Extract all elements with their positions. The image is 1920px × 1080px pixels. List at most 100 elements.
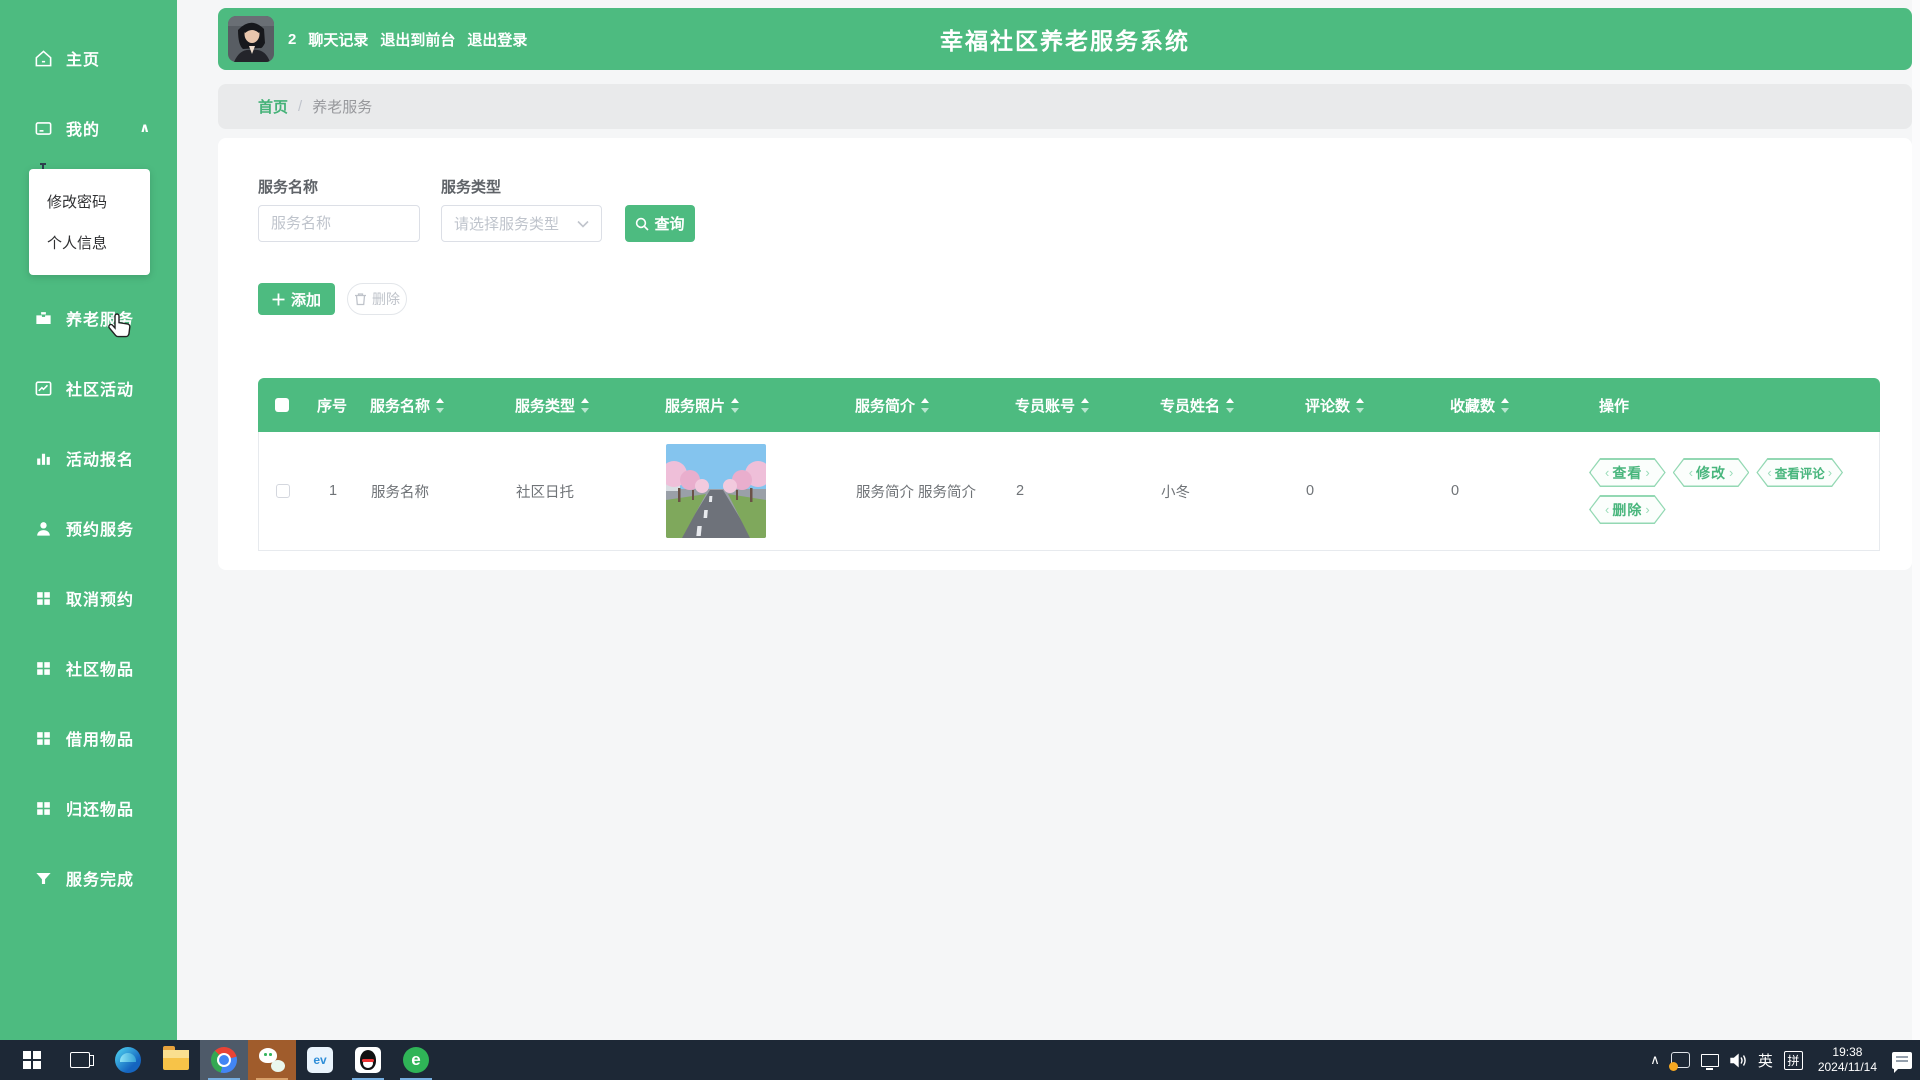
- windows-logo-icon: [23, 1051, 41, 1069]
- sidebar-item-community-activity[interactable]: 社区活动: [0, 353, 177, 423]
- col-header-photo[interactable]: 服务照片: [653, 378, 843, 432]
- col-header-index: 序号: [306, 378, 358, 432]
- grid-icon: [33, 728, 53, 748]
- sort-caret-icon[interactable]: [1225, 398, 1235, 413]
- view-button[interactable]: ‹查看›: [1589, 458, 1666, 487]
- plus-icon: [272, 293, 285, 306]
- folder-icon: [163, 1050, 189, 1070]
- screen-capture-tray-icon[interactable]: [1671, 1052, 1690, 1068]
- qq-icon: [355, 1047, 381, 1073]
- wechat-taskbar-button[interactable]: [248, 1040, 296, 1080]
- services-table: 序号 服务名称 服务类型 服务照片 服务简介 专员账号 专员姓名 评论数 收藏数…: [258, 378, 1880, 551]
- sidebar-item-borrow-goods[interactable]: 借用物品: [0, 703, 177, 773]
- service-type-placeholder: 请选择服务类型: [454, 213, 559, 234]
- network-tray-icon[interactable]: [1701, 1054, 1719, 1067]
- select-all-checkbox-cell[interactable]: [258, 378, 306, 432]
- notification-center-icon[interactable]: [1892, 1052, 1912, 1069]
- view-comments-button[interactable]: ‹查看评论›: [1756, 458, 1843, 487]
- col-header-account[interactable]: 专员账号: [1003, 378, 1148, 432]
- 360-browser-button[interactable]: e: [392, 1040, 440, 1080]
- task-view-button[interactable]: [56, 1040, 104, 1080]
- exit-to-front-link[interactable]: 退出到前台: [380, 29, 455, 50]
- ev-capture-button[interactable]: ev: [296, 1040, 344, 1080]
- sidebar-item-label: 社区活动: [66, 376, 134, 400]
- file-explorer-button[interactable]: [152, 1040, 200, 1080]
- card-icon: [33, 118, 53, 138]
- sidebar-item-reserve-service[interactable]: 预约服务: [0, 493, 177, 563]
- sidebar-item-label: 取消预约: [66, 586, 134, 610]
- chrome-taskbar-button[interactable]: [200, 1040, 248, 1080]
- ev-capture-icon: ev: [307, 1047, 333, 1073]
- service-name-label: 服务名称: [258, 176, 318, 197]
- trash-icon: [354, 292, 367, 306]
- sort-caret-icon[interactable]: [580, 398, 590, 413]
- sort-caret-icon[interactable]: [1080, 398, 1090, 413]
- row-delete-button[interactable]: ‹删除›: [1589, 495, 1666, 524]
- service-type-select[interactable]: 请选择服务类型: [441, 205, 602, 242]
- logout-link[interactable]: 退出登录: [467, 29, 527, 50]
- bar-chart-icon: [33, 448, 53, 468]
- col-header-staff[interactable]: 专员姓名: [1148, 378, 1293, 432]
- chat-history-link[interactable]: 聊天记录: [308, 29, 368, 50]
- edit-button[interactable]: ‹修改›: [1673, 458, 1750, 487]
- mouse-hand-cursor: [108, 312, 134, 347]
- language-indicator[interactable]: 英: [1758, 1050, 1773, 1071]
- volume-tray-icon[interactable]: [1730, 1053, 1747, 1068]
- sort-caret-icon[interactable]: [1355, 398, 1365, 413]
- top-header-bar: 2 聊天记录 退出到前台 退出登录 幸福社区养老服务系统: [218, 8, 1912, 70]
- scrollbar-track[interactable]: [1912, 0, 1920, 1040]
- qq-taskbar-button[interactable]: [344, 1040, 392, 1080]
- sidebar-item-cancel-reserve[interactable]: 取消预约: [0, 563, 177, 633]
- avatar[interactable]: [228, 16, 274, 62]
- col-header-name[interactable]: 服务名称: [358, 378, 503, 432]
- ime-indicator[interactable]: 拼: [1784, 1051, 1803, 1070]
- sort-caret-icon[interactable]: [730, 398, 740, 413]
- start-button[interactable]: [8, 1040, 56, 1080]
- add-button[interactable]: 添加: [258, 283, 335, 315]
- edge-taskbar-button[interactable]: [104, 1040, 152, 1080]
- sidebar-item-home[interactable]: 主页: [0, 23, 177, 93]
- sidebar-item-activity-signup[interactable]: 活动报名: [0, 423, 177, 493]
- sidebar-item-label: 我的: [66, 116, 100, 140]
- grid-icon: [33, 588, 53, 608]
- sidebar-item-mine[interactable]: 我的 ∧: [0, 93, 177, 163]
- cell-staff: 小冬: [1149, 432, 1294, 550]
- sort-caret-icon[interactable]: [920, 398, 930, 413]
- service-photo[interactable]: [666, 444, 766, 538]
- cell-favorites: 0: [1439, 432, 1584, 550]
- sidebar-item-label: 服务完成: [66, 866, 134, 890]
- row-checkbox[interactable]: [276, 484, 290, 498]
- query-button[interactable]: 查询: [625, 205, 695, 242]
- cell-intro: 服务简介 服务简介: [844, 432, 1004, 550]
- sidebar-item-service-done[interactable]: 服务完成: [0, 843, 177, 913]
- breadcrumb: 首页 / 养老服务: [218, 84, 1912, 129]
- home-icon: [33, 48, 53, 68]
- submenu-item-change-password[interactable]: 修改密码: [29, 181, 150, 222]
- service-name-input[interactable]: [258, 205, 420, 242]
- col-header-intro[interactable]: 服务简介: [843, 378, 1003, 432]
- cell-type: 社区日托: [504, 432, 654, 550]
- col-header-actions: 操作: [1583, 378, 1880, 432]
- sort-caret-icon[interactable]: [1500, 398, 1510, 413]
- select-all-checkbox[interactable]: [275, 398, 289, 412]
- col-header-comments[interactable]: 评论数: [1293, 378, 1438, 432]
- clock-date: 2024/11/14: [1818, 1060, 1877, 1074]
- tray-expand-icon[interactable]: ∧: [1650, 1052, 1660, 1068]
- sort-caret-icon[interactable]: [435, 398, 445, 413]
- cell-account: 2: [1004, 432, 1149, 550]
- sidebar-item-community-goods[interactable]: 社区物品: [0, 633, 177, 703]
- sidebar-item-label: 主页: [66, 46, 100, 70]
- delete-button[interactable]: 删除: [347, 283, 407, 315]
- submenu-item-profile[interactable]: 个人信息: [29, 222, 150, 263]
- col-header-favorites[interactable]: 收藏数: [1438, 378, 1583, 432]
- user-icon: [33, 518, 53, 538]
- chevron-down-icon: [577, 220, 589, 228]
- sidebar-item-return-goods[interactable]: 归还物品: [0, 773, 177, 843]
- breadcrumb-home-link[interactable]: 首页: [258, 96, 288, 117]
- sidebar-item-label: 归还物品: [66, 796, 134, 820]
- sidebar-item-elder-service[interactable]: 养老服务: [0, 283, 177, 353]
- search-icon: [635, 217, 649, 231]
- briefcase-icon: [33, 308, 53, 328]
- taskbar-clock[interactable]: 19:38 2024/11/14: [1814, 1045, 1881, 1075]
- col-header-type[interactable]: 服务类型: [503, 378, 653, 432]
